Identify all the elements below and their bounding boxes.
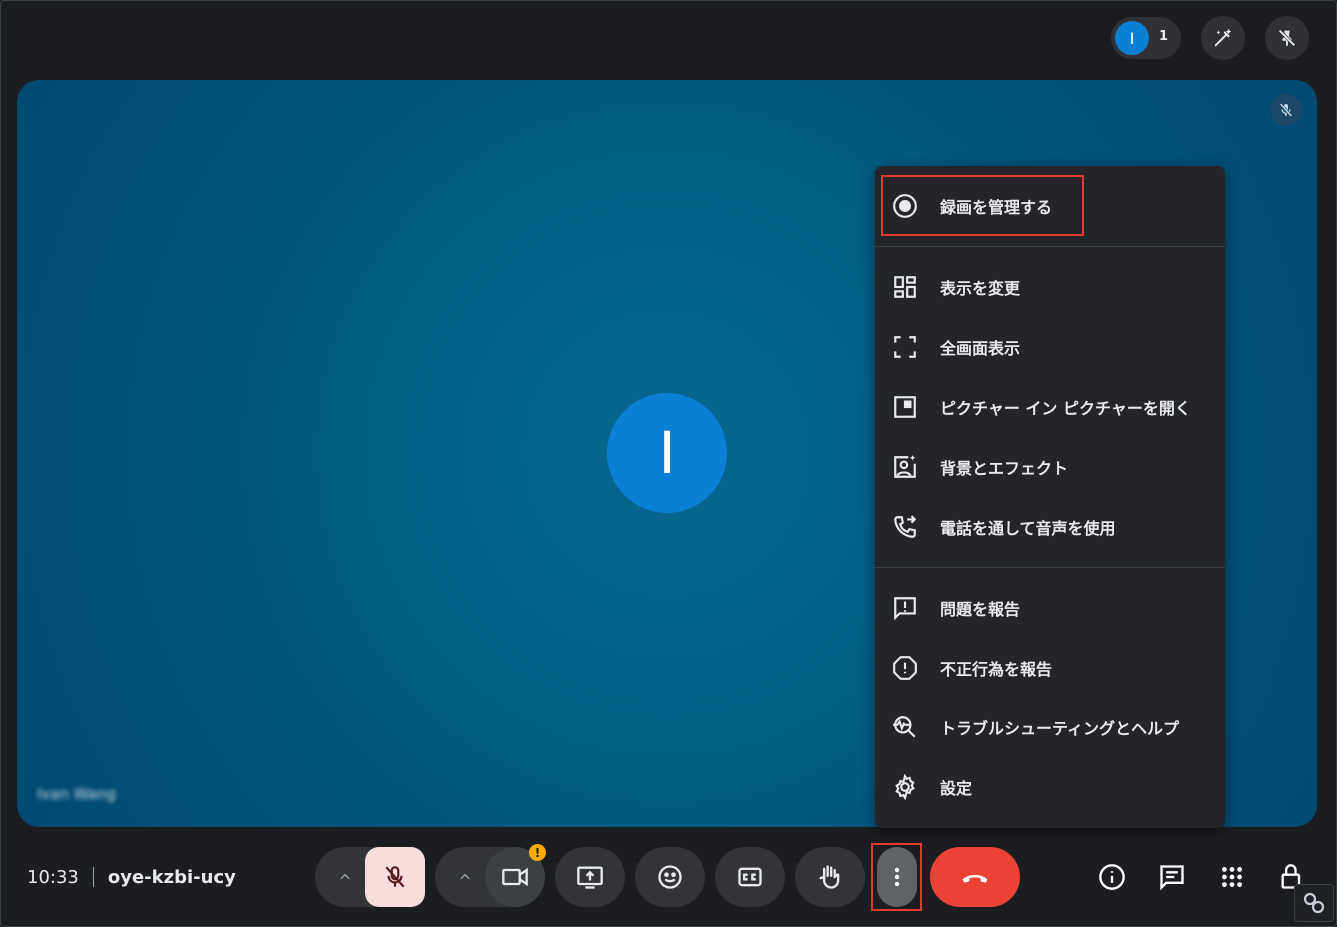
captions-button[interactable]	[715, 847, 785, 907]
feedback-icon	[891, 594, 919, 622]
microphone-toggle-button[interactable]	[365, 847, 425, 907]
chevron-up-icon	[460, 873, 470, 880]
menu-item-manage-recording[interactable]: 録画を管理する	[875, 176, 1225, 236]
menu-item-use-phone-audio[interactable]: 電話を通して音声を使用	[875, 497, 1225, 557]
participant-name-label: Ivan Wang	[37, 785, 116, 803]
phone-forward-icon	[891, 513, 919, 541]
videocam-icon	[502, 867, 528, 887]
meeting-info: 10:33 oye-kzbi-ucy	[27, 865, 236, 889]
meeting-time: 10:33	[27, 866, 79, 888]
menu-item-report-abuse[interactable]: 不正行為を報告	[875, 638, 1225, 698]
menu-item-picture-in-picture[interactable]: ピクチャー イン ピクチャーを開く	[875, 377, 1225, 437]
tile-muted-indicator	[1270, 94, 1302, 126]
present-screen-button[interactable]	[555, 847, 625, 907]
edit-sparkle-button[interactable]	[1201, 16, 1245, 60]
participant-avatar-large: I	[607, 393, 727, 513]
camera-control-group: !	[435, 844, 546, 907]
more-vert-icon	[894, 867, 900, 887]
menu-item-label: ピクチャー イン ピクチャーを開く	[940, 399, 1191, 418]
menu-item-backgrounds-effects[interactable]: 背景とエフェクト	[875, 437, 1225, 497]
menu-item-settings[interactable]: 設定	[875, 757, 1225, 817]
more-options-button[interactable]	[877, 847, 917, 907]
record-icon	[891, 192, 919, 220]
camera-options-button[interactable]	[455, 867, 475, 887]
troubleshoot-icon	[891, 713, 919, 741]
closed-caption-icon	[738, 867, 762, 887]
mic-off-icon	[385, 866, 405, 888]
background-effects-icon	[891, 453, 919, 481]
chat-button[interactable]	[1155, 860, 1189, 894]
menu-item-label: 録画を管理する	[940, 198, 1053, 217]
reactions-button[interactable]	[635, 847, 705, 907]
chat-icon	[1160, 865, 1184, 891]
divider	[92, 867, 94, 887]
participants-pill[interactable]: I 1	[1111, 17, 1181, 59]
layout-icon	[891, 273, 919, 301]
edit-sparkle-icon	[1214, 28, 1232, 47]
menu-item-label: 全画面表示	[940, 339, 1021, 358]
menu-item-label: 背景とエフェクト	[940, 459, 1069, 478]
menu-divider	[875, 246, 1225, 247]
leave-call-button[interactable]	[930, 847, 1020, 907]
info-icon	[1099, 864, 1125, 890]
menu-item-label: 設定	[940, 779, 973, 798]
menu-item-label: 問題を報告	[940, 600, 1021, 619]
raise-hand-icon	[819, 865, 840, 889]
mic-control-group	[315, 847, 425, 907]
link-overlay-badge	[1294, 884, 1334, 922]
mic-off-icon	[1279, 103, 1293, 117]
top-bar: I 1	[1111, 16, 1309, 60]
fullscreen-icon	[891, 333, 919, 361]
menu-item-label: 不正行為を報告	[940, 660, 1053, 679]
participant-count: 1	[1159, 29, 1169, 44]
report-abuse-icon	[891, 654, 919, 682]
raise-hand-button[interactable]	[795, 847, 865, 907]
meeting-code: oye-kzbi-ucy	[107, 866, 236, 888]
mic-options-button[interactable]	[335, 867, 355, 887]
camera-warning-badge: !	[529, 844, 546, 861]
meeting-details-button[interactable]	[1095, 860, 1129, 894]
settings-icon	[891, 773, 919, 801]
pin-off-button[interactable]	[1265, 16, 1309, 60]
menu-item-change-layout[interactable]: 表示を変更	[875, 257, 1225, 317]
activities-button[interactable]	[1215, 860, 1249, 894]
emoji-icon	[658, 865, 682, 889]
picture-in-picture-icon	[891, 393, 919, 421]
menu-item-report-problem[interactable]: 問題を報告	[875, 578, 1225, 638]
menu-item-troubleshooting-help[interactable]: トラブルシューティングとヘルプ	[875, 697, 1225, 757]
participant-avatar: I	[1115, 21, 1149, 55]
link-icon	[1303, 892, 1325, 914]
call-end-icon	[962, 874, 988, 883]
menu-item-label: 電話を通して音声を使用	[940, 519, 1116, 538]
menu-item-label: 表示を変更	[940, 279, 1021, 298]
menu-item-fullscreen[interactable]: 全画面表示	[875, 317, 1225, 377]
menu-item-label: トラブルシューティングとヘルプ	[940, 719, 1180, 738]
pin-off-icon	[1278, 29, 1296, 47]
present-to-all-icon	[577, 866, 603, 889]
menu-divider	[875, 567, 1225, 568]
more-options-menu: 録画を管理する 表示を変更 全画面表示 ピクチャー イン ピクチャーを開く 背景…	[875, 166, 1225, 828]
activities-icon	[1222, 867, 1242, 887]
chevron-up-icon	[340, 873, 350, 880]
